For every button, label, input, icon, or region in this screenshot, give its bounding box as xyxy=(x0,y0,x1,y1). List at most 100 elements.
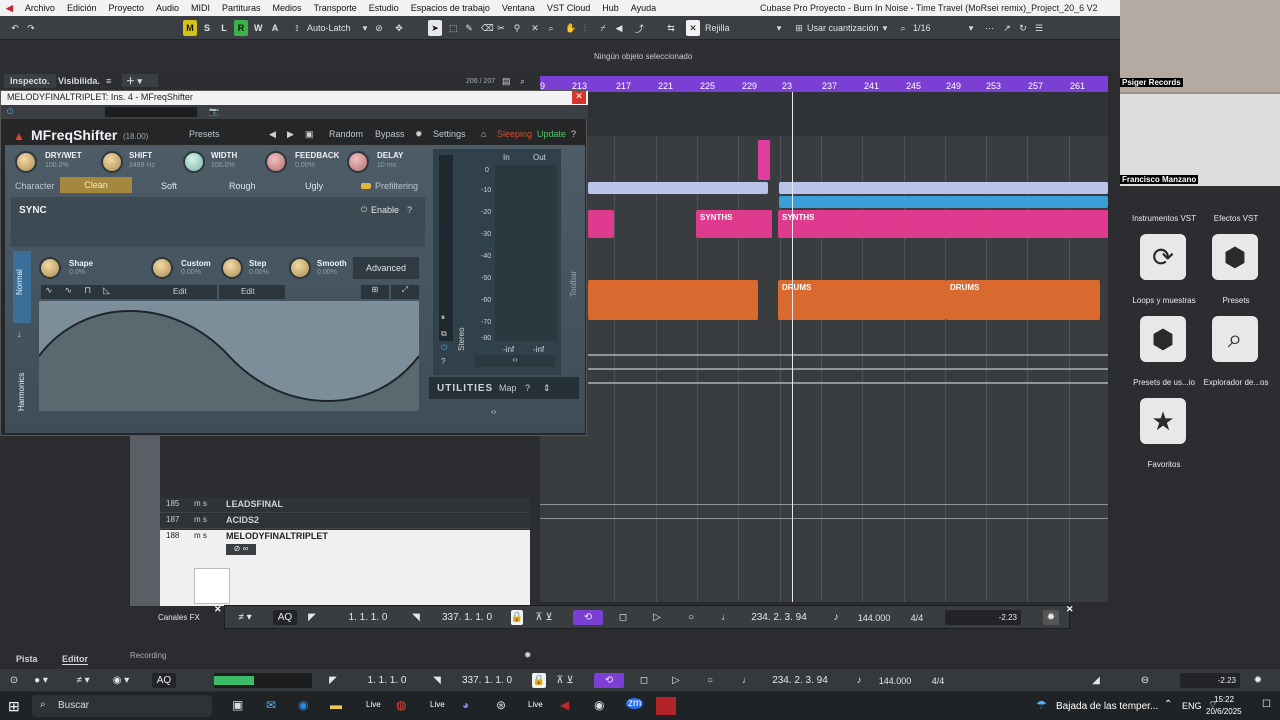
notifications-icon[interactable]: ☐ xyxy=(1262,699,1271,710)
right-locator-icon[interactable]: ◥ xyxy=(430,673,444,688)
gear-icon[interactable]: ✹ xyxy=(1043,610,1059,625)
range-tool-icon[interactable]: ⬚ xyxy=(446,20,461,36)
live-icon[interactable]: Live xyxy=(528,700,543,709)
media-item-label[interactable]: Loops y muestras xyxy=(1124,296,1204,305)
auto-icon[interactable]: ◉ ▾ xyxy=(108,673,134,688)
synth-event[interactable] xyxy=(588,210,614,238)
pointer-tool-icon[interactable]: ➤ xyxy=(428,20,442,36)
undo-icon[interactable]: ↶ xyxy=(8,20,22,36)
character-ugly-button[interactable]: Ugly xyxy=(305,181,323,191)
edit-instrument-icon[interactable]: ⊘ ∞ xyxy=(226,544,256,555)
stereo-label[interactable]: Stereo xyxy=(457,327,466,351)
help-icon[interactable]: ? xyxy=(407,205,412,215)
character-soft-button[interactable]: Soft xyxy=(161,181,177,191)
menu-archivo[interactable]: Archivo xyxy=(19,3,61,13)
suspend-icon[interactable]: ⊘ xyxy=(372,20,386,36)
write-button[interactable]: W xyxy=(251,20,266,36)
app-icon[interactable]: ⊛ xyxy=(496,698,506,712)
menu-transporte[interactable]: Transporte xyxy=(308,3,363,13)
search-icon[interactable]: ⌕ xyxy=(520,76,525,87)
right-locator-display[interactable]: 337. 1. 1. 0 xyxy=(429,610,505,625)
width-knob[interactable] xyxy=(183,151,205,173)
automation-event[interactable] xyxy=(588,182,768,194)
hand-tool-icon[interactable]: ✋ xyxy=(562,20,579,36)
expand-icon[interactable]: ⤢ xyxy=(391,285,419,299)
track-row[interactable]: 187 m s ACIDS2 xyxy=(160,514,530,529)
aq-button[interactable]: AQ xyxy=(152,673,176,688)
help-icon[interactable]: ? xyxy=(571,129,576,139)
feedback-knob[interactable] xyxy=(265,151,287,173)
menu-midi[interactable]: MIDI xyxy=(185,3,216,13)
timewarp-tool-icon[interactable]: ⌿ xyxy=(596,20,610,36)
automation-button[interactable]: A xyxy=(268,20,282,36)
iterative-quantize-icon[interactable]: ⋯ xyxy=(982,20,997,36)
media-item-label[interactable]: Favoritos xyxy=(1124,460,1204,469)
bypass-button[interactable]: Bypass xyxy=(375,129,405,139)
preset-field[interactable] xyxy=(105,107,197,117)
comp-tool-icon[interactable]: ⫶ xyxy=(578,20,592,36)
windows-start-icon[interactable]: ⊞ xyxy=(8,698,20,715)
character-rough-button[interactable]: Rough xyxy=(229,181,256,191)
menu-vstcloud[interactable]: VST Cloud xyxy=(541,3,596,13)
menu-estudio[interactable]: Estudio xyxy=(363,3,405,13)
menu-medios[interactable]: Medios xyxy=(267,3,308,13)
drum-event[interactable] xyxy=(588,280,758,320)
waveform-shape-icons[interactable]: ∿∿⊓◺ xyxy=(41,285,151,299)
drum-event[interactable]: DRUMS xyxy=(778,280,946,320)
map-button[interactable]: Map xyxy=(499,383,517,393)
smooth-knob[interactable] xyxy=(289,257,311,279)
stop-button[interactable]: ◻ xyxy=(632,673,656,688)
custom-knob[interactable] xyxy=(151,257,173,279)
gear-icon[interactable]: ✹ xyxy=(524,650,532,661)
gear-icon[interactable]: ✹ xyxy=(415,129,423,140)
layout-icon[interactable]: ☰ xyxy=(1032,20,1046,36)
cursor-mode-icon[interactable]: ✥ xyxy=(392,20,406,36)
record-button[interactable]: ○ xyxy=(698,673,722,688)
media-item-label[interactable]: Presets de us...io xyxy=(1124,378,1204,387)
midi-event[interactable] xyxy=(758,140,770,180)
tempo-display[interactable]: 144.000 xyxy=(849,610,899,625)
menu-edicion[interactable]: Edición xyxy=(61,3,103,13)
punch-icons[interactable]: ⊼ ⊻ xyxy=(550,673,580,688)
fx-channels-label[interactable]: Canales FX xyxy=(158,613,200,622)
grid-select[interactable]: Rejilla xyxy=(702,20,782,36)
menu-espacios[interactable]: Espacios de trabajo xyxy=(405,3,496,13)
power-icon[interactable]: ⏻ xyxy=(441,343,447,353)
close-icon[interactable]: ✕ xyxy=(214,604,222,615)
edge-icon[interactable]: ◉ xyxy=(298,698,308,712)
sync-icon[interactable]: ⊖ xyxy=(1138,673,1152,688)
settings-button[interactable]: Settings xyxy=(433,129,466,139)
chrome-icon[interactable]: ◍ xyxy=(396,698,406,712)
power-icon[interactable]: ⏻ xyxy=(361,205,367,215)
menu-ayuda[interactable]: Ayuda xyxy=(625,3,662,13)
search-placeholder[interactable]: Buscar xyxy=(58,700,89,711)
grid-icon[interactable]: ⊞ xyxy=(361,285,389,299)
add-track-button[interactable]: ＋ ▾ xyxy=(122,74,158,87)
close-icon[interactable]: ✕ xyxy=(572,91,586,104)
cubase-icon[interactable]: ◀ xyxy=(560,698,569,712)
explorer-icon[interactable]: ⌕ xyxy=(1212,316,1258,362)
user-presets-icon[interactable]: ⬢ xyxy=(1140,316,1186,362)
random-button[interactable]: Random xyxy=(329,129,363,139)
media-item-label[interactable]: Presets xyxy=(1196,296,1276,305)
track-row[interactable]: 185 m s LEADSFINAL xyxy=(160,498,530,513)
zoom-tool-icon[interactable]: ⌕ xyxy=(544,20,558,36)
timeline-ruler[interactable]: 9 213 217 221 225 229 23 237 241 245 249 253 257 261 xyxy=(540,76,1108,92)
synth-event[interactable]: SYNTHS xyxy=(778,210,1108,238)
mute-button[interactable]: M xyxy=(183,20,197,36)
track-list-icon[interactable]: ▤ xyxy=(502,76,511,87)
presets-button[interactable]: Presets xyxy=(189,129,220,139)
solo-button[interactable]: S xyxy=(200,20,214,36)
mute-tool-icon[interactable]: ✕ xyxy=(528,20,542,36)
left-locator-display[interactable]: 1. 1. 1. 0 xyxy=(352,673,422,688)
tempo-display[interactable]: 144.000 xyxy=(870,673,920,688)
aq-button[interactable]: AQ xyxy=(273,610,297,625)
click-icon[interactable]: ◢ xyxy=(1090,673,1102,688)
audio-event-blue[interactable] xyxy=(779,196,1108,208)
record-mode-icon[interactable]: ● ▾ xyxy=(28,673,54,688)
drywet-knob[interactable] xyxy=(15,151,37,173)
left-locator-icon[interactable]: ◤ xyxy=(326,673,340,688)
cycle-button[interactable]: ⟲ xyxy=(573,610,603,625)
prev-preset-icon[interactable]: ◀ xyxy=(269,129,276,140)
menu-proyecto[interactable]: Proyecto xyxy=(102,3,150,13)
